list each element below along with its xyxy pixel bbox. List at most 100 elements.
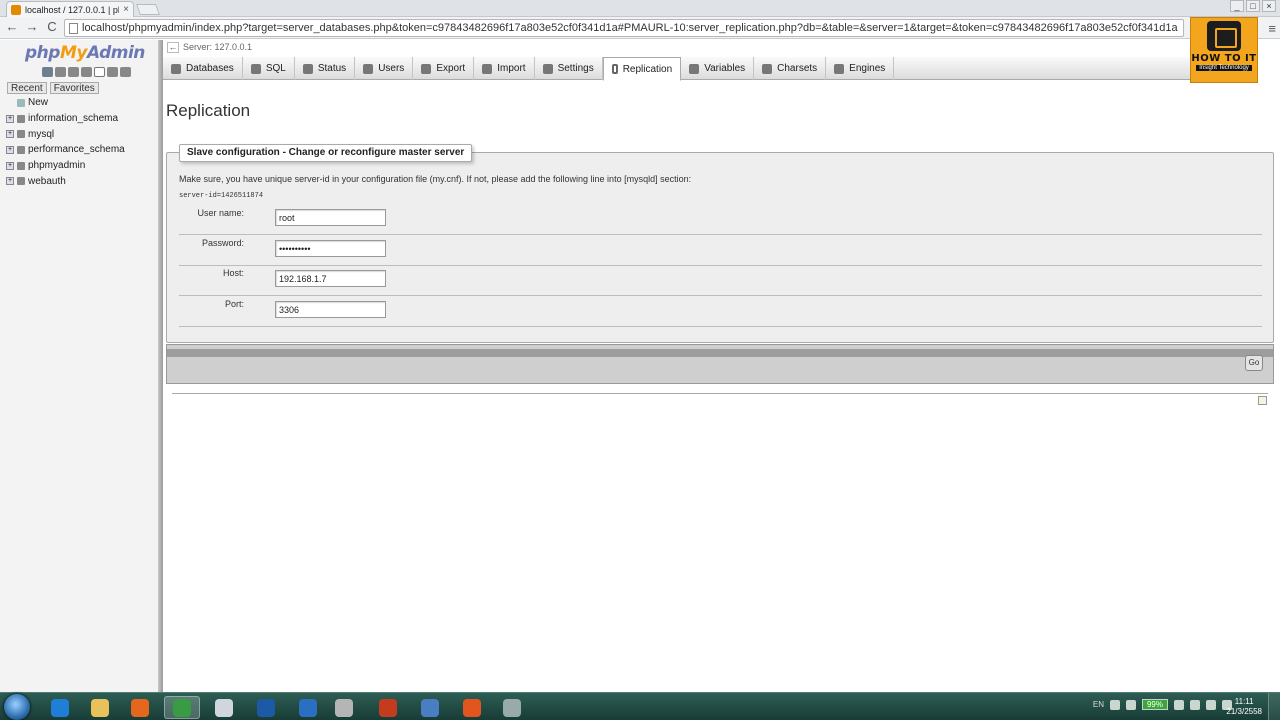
sql-icon <box>250 63 261 74</box>
help-icon[interactable] <box>81 67 92 77</box>
show-desktop-button[interactable] <box>1268 693 1280 720</box>
logout-icon[interactable] <box>55 67 66 77</box>
xampp-icon <box>463 698 481 717</box>
tab-export[interactable]: Export <box>413 57 475 80</box>
tab-label: Replication <box>622 63 673 75</box>
server-crumb[interactable]: Server: 127.0.0.1 <box>183 42 252 52</box>
collapse-sidebar-icon[interactable]: ← <box>167 42 179 53</box>
tray-app-icon[interactable] <box>1206 699 1216 710</box>
pma-sidebar: phpMyAdmin Recent Favorites New + informa… <box>0 40 158 692</box>
host-input[interactable] <box>275 270 386 287</box>
browser-tab[interactable]: localhost / 127.0.0.1 | php × <box>6 1 134 17</box>
start-button[interactable] <box>4 694 30 720</box>
chrome-taskbar-button[interactable] <box>164 696 200 719</box>
docs-icon[interactable] <box>94 67 105 77</box>
reload-icon[interactable]: C <box>44 19 60 35</box>
home-icon[interactable] <box>42 67 53 77</box>
expand-icon[interactable]: + <box>6 130 14 139</box>
port-input[interactable] <box>275 301 386 318</box>
internet-explorer-taskbar-button[interactable] <box>42 696 78 719</box>
tab-settings[interactable]: Settings <box>535 57 603 80</box>
vmware-taskbar-button[interactable] <box>326 696 362 719</box>
outlook-taskbar-button[interactable] <box>248 696 284 719</box>
username-label: User name: <box>197 208 244 218</box>
tab-label: Databases <box>186 63 234 74</box>
refresh-icon[interactable] <box>120 67 131 77</box>
badge-subtitle: Insight Technology <box>1196 65 1252 71</box>
tray-app-icon[interactable] <box>1190 699 1200 710</box>
db-label: phpmyadmin <box>28 160 86 172</box>
sidebar-resize-handle[interactable] <box>158 40 163 692</box>
tab-charsets[interactable]: Charsets <box>754 57 827 80</box>
pma-logo[interactable]: phpMyAdmin <box>25 43 145 63</box>
browser-menu-icon[interactable]: ≡ <box>1268 21 1276 36</box>
back-icon[interactable]: ← <box>4 19 20 35</box>
battery-indicator[interactable]: 99% <box>1141 699 1168 710</box>
forward-icon[interactable]: → <box>24 19 40 35</box>
tab-variables[interactable]: Variables <box>681 57 755 80</box>
tab-label: Status <box>317 63 347 74</box>
clock[interactable]: 11:11 21/3/2558 <box>1226 697 1262 717</box>
tab-close-icon[interactable]: × <box>123 4 129 15</box>
username-input[interactable] <box>275 209 386 226</box>
tab-engines[interactable]: Engines <box>826 57 895 80</box>
expand-icon[interactable]: + <box>6 114 14 123</box>
wifi-icon[interactable] <box>1125 699 1136 710</box>
tab-label: Users <box>378 63 405 74</box>
port-row: Port: <box>179 296 1262 327</box>
database-icon <box>17 114 25 123</box>
settings-icon[interactable] <box>107 67 118 77</box>
expand-icon[interactable]: + <box>6 161 14 170</box>
console-icon[interactable] <box>1258 396 1267 405</box>
tools-taskbar-button[interactable] <box>494 696 530 719</box>
tab-title: localhost / 127.0.0.1 | php <box>25 4 120 15</box>
expand-icon[interactable]: + <box>6 177 14 186</box>
host-label: Host: <box>222 268 244 278</box>
query-window-icon[interactable] <box>68 67 79 77</box>
system-tray: EN 99% <box>1093 699 1232 710</box>
minimize-icon[interactable]: _ <box>1230 0 1244 12</box>
close-window-icon[interactable]: × <box>1262 0 1276 12</box>
db-item-performance-schema[interactable]: + performance_schema <box>6 142 156 158</box>
database-icon <box>17 130 25 139</box>
top-menu: Databases SQL Status Users Export Import… <box>163 57 1193 81</box>
file-explorer-taskbar-button[interactable] <box>82 696 118 719</box>
page-title: Replication <box>166 101 251 120</box>
tab-databases[interactable]: Databases <box>163 57 243 80</box>
password-input[interactable] <box>275 240 386 257</box>
tab-label: Charsets <box>777 63 818 74</box>
db-item-phpmyadmin[interactable]: + phpmyadmin <box>6 158 156 174</box>
tab-users[interactable]: Users <box>355 57 414 80</box>
network-icon[interactable] <box>1109 699 1120 710</box>
app-window-taskbar-button[interactable] <box>206 696 242 719</box>
db-item-information-schema[interactable]: + information_schema <box>6 111 156 127</box>
new-tab-button[interactable] <box>135 4 161 15</box>
remote-desktop-taskbar-button[interactable] <box>412 696 448 719</box>
language-indicator[interactable]: EN <box>1093 700 1104 709</box>
db-label: New <box>28 97 49 109</box>
db-item-new[interactable]: New <box>6 95 156 111</box>
tray-app-icon[interactable] <box>1174 699 1184 710</box>
tab-sql[interactable]: SQL <box>243 57 295 80</box>
favorites-tab[interactable]: Favorites <box>49 82 99 94</box>
powerpoint-taskbar-button[interactable] <box>370 696 406 719</box>
xampp-taskbar-button[interactable] <box>454 696 490 719</box>
tab-import[interactable]: Import <box>474 57 535 80</box>
address-bar[interactable]: localhost/phpmyadmin/index.php?target=se… <box>64 19 1184 37</box>
go-button[interactable]: Go <box>1245 355 1263 371</box>
tab-replication[interactable]: Replication <box>602 57 682 81</box>
howtoit-logo: HOW TO IT Insight Technology <box>1190 17 1258 83</box>
recent-tab[interactable]: Recent <box>7 82 47 94</box>
fieldset-legend: Slave configuration - Change or reconfig… <box>179 144 473 162</box>
db-item-mysql[interactable]: + mysql <box>6 126 156 142</box>
firefox-taskbar-button[interactable] <box>122 696 158 719</box>
lync-taskbar-button[interactable] <box>290 696 326 719</box>
expand-icon[interactable]: + <box>6 145 14 154</box>
tab-label: Export <box>436 63 466 74</box>
maximize-icon[interactable]: □ <box>1246 0 1260 12</box>
clock-date: 21/3/2558 <box>1226 707 1262 716</box>
db-item-webauth[interactable]: + webauth <box>6 173 156 189</box>
database-tree: New + information_schema + mysql + performa… <box>6 95 156 189</box>
tab-status[interactable]: Status <box>295 57 356 80</box>
tab-label: SQL <box>265 63 286 74</box>
